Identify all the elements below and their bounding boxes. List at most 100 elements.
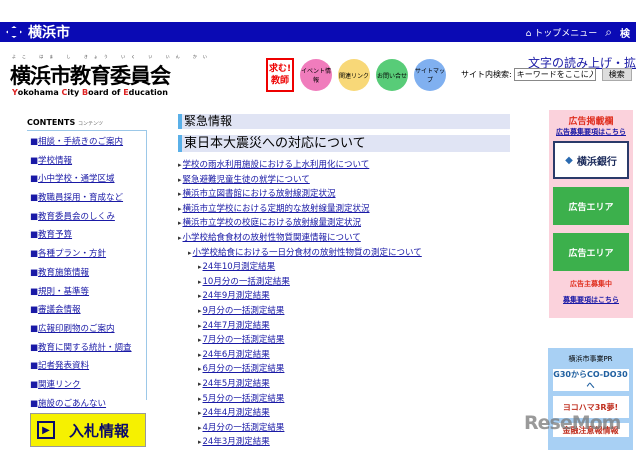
sidebar-item[interactable]: 各種プラン・方針 [30,247,146,266]
quick-icon-0[interactable]: 求む!教師 [266,58,294,92]
list-item-link[interactable]: 4月分の一括測定結果 [203,423,285,433]
list-item[interactable]: 5月分の一括測定結果 [178,392,510,407]
list-item-link[interactable]: 横浜市立学校の校庭における放射線量測定状況 [183,218,362,228]
list-item-link[interactable]: 24年6月測定結果 [203,350,270,360]
site-search: サイト内検索: 検索 [461,68,632,81]
watermark-logo: ReseMom [524,412,621,434]
city-emblem-icon [6,26,22,38]
quick-icon-3[interactable]: お問い合せ [376,59,408,91]
list-item[interactable]: 横浜市立学校の校庭における放射線量測定状況 [178,216,510,231]
sidebar-item[interactable]: 教育予算 [30,228,146,247]
list-item-link[interactable]: 24年5月測定結果 [203,379,270,389]
quick-icon-4[interactable]: サイトマップ [414,59,446,91]
list-item-link[interactable]: 小学校給食食材の放射性物質関連情報について [183,233,361,243]
list-item[interactable]: 24年3月測定結果 [178,435,510,450]
sidebar-item-link[interactable]: 教育委員会のしくみ [38,212,115,222]
list-item-link[interactable]: 24年7月測定結果 [203,321,270,331]
list-item[interactable]: 24年10月測定結果 [178,260,510,275]
list-item[interactable]: 9月分の一括測定結果 [178,304,510,319]
search-button[interactable]: 検索 [601,68,632,81]
top-menu-link[interactable]: ⌂ トップメニュー [526,26,598,39]
sidebar-item[interactable]: 小中学校・通学区域 [30,172,146,191]
sidebar-item[interactable]: 教育施策情報 [30,266,146,285]
list-item-link[interactable]: 横浜市立図書館における放射線測定状況 [183,189,336,199]
sidebar-item-link[interactable]: 教育施策情報 [38,268,89,278]
sidebar-item[interactable]: 教育に関する統計・調査 [30,341,146,360]
quick-icons: 求む!教師 イベント情報 関連リンク お問い合せ サイトマップ [266,58,446,92]
list-item[interactable]: 7月分の一括測定結果 [178,333,510,348]
sidebar-item-link[interactable]: 各種プラン・方針 [38,249,106,259]
sidebar-item-link[interactable]: 規則・基準等 [38,287,89,297]
sidebar-item[interactable]: 教職員採用・育成など [30,191,146,210]
site-title-en: Yokohama City Board of Education [12,88,168,97]
sidebar-item[interactable]: 規則・基準等 [30,285,146,304]
list-item[interactable]: 6月分の一括測定結果 [178,362,510,377]
sidebar-item-link[interactable]: 教育に関する統計・調査 [38,343,132,353]
list-item[interactable]: 緊急避難児童生徒の就学について [178,173,510,188]
sidebar-item-link[interactable]: 広報印刷物のご案内 [38,324,115,334]
list-item-link[interactable]: 小学校給食における一日分食材の放射性物質の測定について [193,248,422,258]
list-item-link[interactable]: 24年10月測定結果 [203,262,276,272]
search-link[interactable]: 検 [620,25,630,40]
sidebar-item-link[interactable]: 学校情報 [38,156,72,166]
sidebar-item[interactable]: 記者発表資料 [30,359,146,378]
list-item[interactable]: 小学校給食における一日分食材の放射性物質の測定について [178,246,510,261]
ad-panel: 広告掲載欄 広告募集要項はこちら ◆ 横浜銀行 広告エリア 広告エリア 広告主募集… [549,110,633,318]
ad-area-2[interactable]: 広告エリア [553,233,629,271]
list-item[interactable]: 24年4月測定結果 [178,406,510,421]
list-item[interactable]: 4月分の一括測定結果 [178,421,510,436]
list-item-link[interactable]: 6月分の一括測定結果 [203,364,285,374]
bank-name: 横浜銀行 [576,156,617,168]
list-item-link[interactable]: 10月分の一括測定結果 [203,277,290,287]
list-item[interactable]: 24年9月測定結果 [178,289,510,304]
list-item-link[interactable]: 5月分の一括測定結果 [203,394,285,404]
list-item[interactable]: 24年5月測定結果 [178,377,510,392]
pr-banner-co-do30[interactable]: G30からCO-DO30へ [552,369,629,391]
quick-icon-2[interactable]: 関連リンク [338,59,370,91]
list-item[interactable]: 学校の雨水利用施設における上水利用化について [178,158,510,173]
list-item-link[interactable]: 7月分の一括測定結果 [203,335,285,345]
top-menu-label: トップメニュー [534,28,598,39]
list-item[interactable]: 24年6月測定結果 [178,348,510,363]
sidebar-item[interactable]: 相談・手続きのご案内 [30,135,146,154]
list-item-link[interactable]: 24年9月測定結果 [203,291,270,301]
nav-heading: CONTENTS コンテンツ [27,118,147,130]
ad-yokohama-bank[interactable]: ◆ 横浜銀行 [553,141,629,179]
list-item[interactable]: 小学校給食食材の放射性物質関連情報について [178,231,510,246]
sidebar-item-link[interactable]: 施設のごあんない [38,399,106,409]
play-icon: ▶ [37,421,55,439]
ad-area-1[interactable]: 広告エリア [553,187,629,225]
list-item-link[interactable]: 24年4月測定結果 [203,408,270,418]
list-item-link[interactable]: 学校の雨水利用施設における上水利用化について [183,160,370,170]
sidebar-item[interactable]: 審議会情報 [30,303,146,322]
city-logo[interactable]: 横浜市 [6,22,70,42]
sidebar-item[interactable]: 広報印刷物のご案内 [30,322,146,341]
sidebar-item-link[interactable]: 関連リンク [38,380,81,390]
search-input[interactable] [513,68,596,81]
list-item-link[interactable]: 横浜市立学校における定期的な放射線量測定状況 [183,204,370,214]
quick-icon-1[interactable]: イベント情報 [300,59,332,91]
sidebar-item-link[interactable]: 審議会情報 [38,305,81,315]
search-icon[interactable]: ⌕ [605,25,612,40]
list-item[interactable]: 横浜市立学校における定期的な放射線量測定状況 [178,202,510,217]
ad-wanted-link[interactable]: 募集要項はこちら [549,295,633,305]
bid-info-button[interactable]: ▶ 入札情報 [30,413,146,447]
list-item-link[interactable]: 9月分の一括測定結果 [203,306,285,316]
sidebar-item-link[interactable]: 教育予算 [38,230,72,240]
list-item[interactable]: 24年7月測定結果 [178,319,510,334]
list-item[interactable]: 横浜市立図書館における放射線測定状況 [178,187,510,202]
nav-heading-kana: コンテンツ [78,121,104,127]
sidebar-item[interactable]: 教育委員会のしくみ [30,210,146,229]
sidebar-item[interactable]: 関連リンク [30,378,146,397]
sidebar-item-link[interactable]: 小中学校・通学区域 [38,174,115,184]
sidebar-item-link[interactable]: 教職員採用・育成など [38,193,123,203]
sidebar-item-link[interactable]: 相談・手続きのご案内 [38,137,123,147]
list-item-link[interactable]: 24年3月測定結果 [203,437,270,447]
list-item-link[interactable]: 緊急避難児童生徒の就学について [183,175,310,185]
site-title[interactable]: 横浜市教育委員会 [10,60,171,90]
city-pr-panel: 横浜市事業PR G30からCO-DO30へ ヨコハマ3R夢! 金融注意報情報 [548,348,633,450]
sidebar-item-link[interactable]: 記者発表資料 [38,361,89,371]
list-item[interactable]: 10月分の一括測定結果 [178,275,510,290]
sidebar-item[interactable]: 学校情報 [30,154,146,173]
ad-recruit-link[interactable]: 広告募集要項はこちら [549,127,633,137]
